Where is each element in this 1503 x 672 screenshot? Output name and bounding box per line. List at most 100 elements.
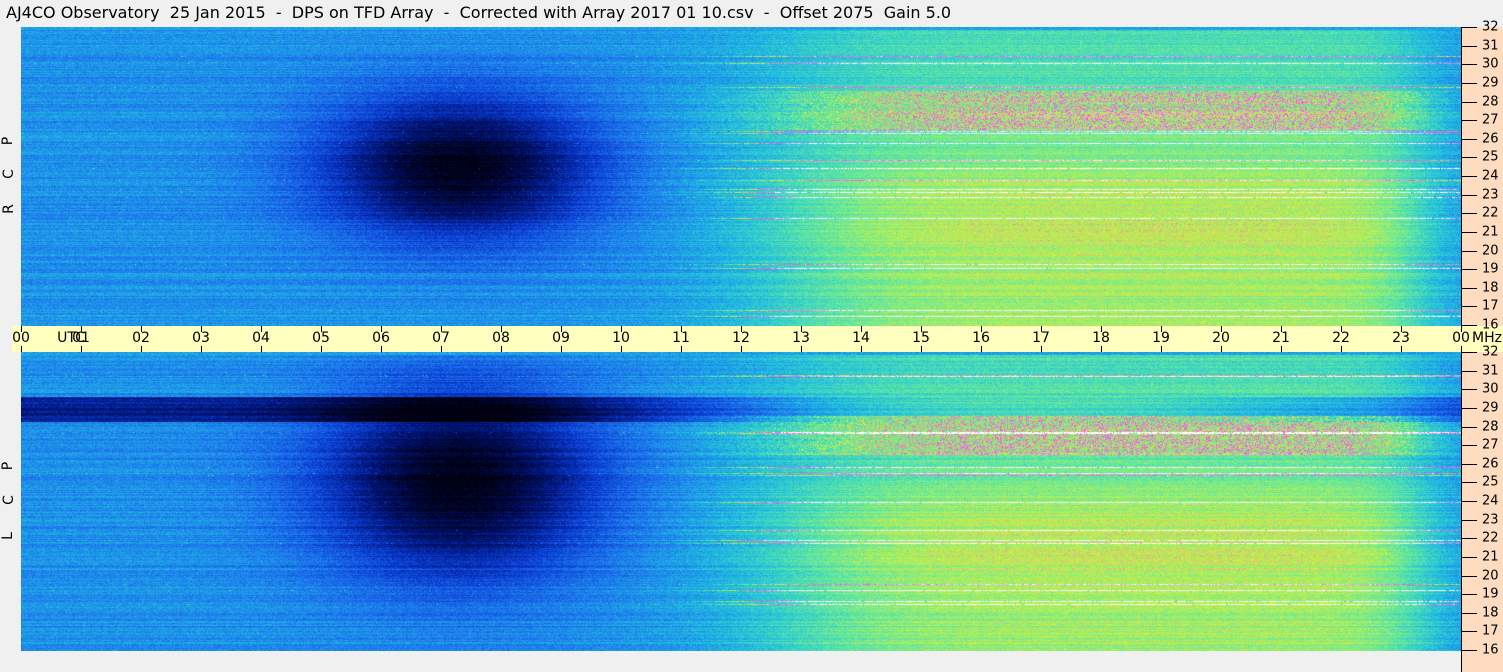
time-tick-label: 04 [252, 330, 270, 346]
time-tick-mark [81, 346, 82, 352]
frequency-tick-mark [1461, 64, 1477, 65]
lcp-frequency-tick-label: 24 [1482, 493, 1499, 509]
lcp-frequency-tick-label: 32 [1482, 344, 1499, 360]
frequency-tick-mark [1461, 445, 1477, 446]
frequency-tick-mark [1461, 27, 1477, 28]
lcp-frequency-tick-label: 23 [1482, 512, 1499, 528]
frequency-tick-mark [1461, 269, 1477, 270]
lcp-frequency-tick-label: 27 [1482, 437, 1499, 453]
lcp-frequency-tick-label: 26 [1482, 456, 1499, 472]
lcp-frequency-tick-label: 16 [1482, 642, 1499, 658]
rcp-letter-r-bottom: P [0, 136, 17, 146]
time-tick-mark [1101, 346, 1102, 352]
time-tick-mark [741, 346, 742, 352]
time-tick-label: 13 [792, 330, 810, 346]
time-tick-label: 02 [132, 330, 150, 346]
time-tick-label: 18 [1092, 330, 1110, 346]
lcp-frequency-tick-label: 18 [1482, 605, 1499, 621]
rcp-frequency-tick-label: 20 [1482, 243, 1499, 258]
time-tick-label: 23 [1392, 330, 1410, 346]
rcp-frequency-tick-label: 22 [1482, 205, 1499, 221]
frequency-tick-mark [1461, 306, 1477, 307]
time-tick-mark [1401, 346, 1402, 352]
rcp-frequency-tick-label: 32 [1482, 19, 1499, 35]
frequency-tick-mark [1461, 232, 1477, 233]
time-tick-mark [921, 346, 922, 352]
frequency-tick-mark [1461, 195, 1477, 196]
rcp-frequency-tick-label: 23 [1482, 187, 1499, 203]
time-tick-label: 22 [1332, 330, 1350, 346]
frequency-tick-mark [1461, 46, 1477, 47]
time-tick-mark [1341, 346, 1342, 352]
time-tick-mark [621, 346, 622, 352]
rcp-frequency-tick-label: 21 [1482, 224, 1499, 240]
lcp-spectrogram [21, 352, 1461, 651]
time-tick-mark [1161, 346, 1162, 352]
frequency-tick-mark [1461, 371, 1477, 372]
lcp-frequency-tick-label: 17 [1482, 623, 1499, 639]
time-tick-label: 07 [432, 330, 450, 346]
time-tick-mark [501, 346, 502, 352]
frequency-tick-mark [1461, 594, 1477, 595]
lcp-letter-p: P [0, 461, 17, 471]
time-tick-label: 17 [1032, 330, 1050, 346]
frequency-tick-mark [1461, 557, 1477, 558]
time-tick-mark [861, 346, 862, 352]
time-tick-mark [441, 346, 442, 352]
frequency-tick-mark [1461, 576, 1477, 577]
rcp-frequency-tick-label: 28 [1482, 94, 1499, 109]
frequency-tick-mark [1461, 120, 1477, 121]
lcp-letter-c: C [0, 495, 17, 505]
rcp-frequency-tick-label: 31 [1482, 38, 1499, 54]
time-tick-label: 09 [552, 330, 570, 346]
frequency-tick-mark [1461, 650, 1477, 651]
frequency-tick-mark [1461, 520, 1477, 521]
time-tick-mark [561, 346, 562, 352]
time-tick-label: 16 [972, 330, 990, 346]
time-tick-label: 15 [912, 330, 930, 346]
lcp-frequency-tick-label: 28 [1482, 419, 1499, 434]
frequency-tick-mark [1461, 288, 1477, 289]
rcp-frequency-tick-label: 29 [1482, 75, 1499, 91]
time-tick-label: 00 [12, 330, 30, 346]
rcp-frequency-tick-label: 26 [1482, 131, 1499, 147]
rcp-spectrogram [21, 27, 1461, 326]
time-tick-mark [1281, 346, 1282, 352]
time-tick-mark [321, 346, 322, 352]
frequency-tick-mark [1461, 352, 1477, 353]
frequency-tick-mark [1461, 501, 1477, 502]
rcp-frequency-tick-label: 17 [1482, 298, 1499, 314]
frequency-tick-mark [1461, 427, 1477, 428]
time-tick-label: 08 [492, 330, 510, 346]
lcp-letter-l: L [0, 532, 16, 540]
time-tick-label: 00 [1452, 330, 1470, 346]
lcp-frequency-tick-label: 19 [1482, 586, 1499, 602]
lcp-frequency-tick-label: 22 [1482, 530, 1499, 546]
lcp-frequency-tick-label: 30 [1482, 381, 1499, 397]
frequency-tick-mark [1461, 157, 1477, 158]
rcp-letter-r: R [0, 204, 17, 214]
time-tick-label: 21 [1272, 330, 1290, 346]
time-axis-label: UTC [57, 330, 85, 346]
rcp-frequency-tick-label: 24 [1482, 168, 1499, 184]
lcp-frequency-tick-label: 20 [1482, 568, 1499, 583]
time-tick-label: 11 [672, 330, 690, 346]
frequency-tick-mark [1461, 613, 1477, 614]
time-tick-label: 12 [732, 330, 750, 346]
lcp-frequency-tick-label: 21 [1482, 549, 1499, 565]
frequency-tick-mark [1461, 464, 1477, 465]
time-tick-label: 20 [1212, 330, 1230, 346]
time-tick-label: 06 [372, 330, 390, 346]
time-tick-mark [261, 346, 262, 352]
frequency-tick-mark [1461, 389, 1477, 390]
time-tick-label: 05 [312, 330, 330, 346]
time-tick-mark [381, 346, 382, 352]
time-tick-mark [201, 346, 202, 352]
frequency-tick-mark [1461, 482, 1477, 483]
frequency-tick-mark [1461, 631, 1477, 632]
frequency-tick-mark [1461, 408, 1477, 409]
time-tick-label: 19 [1152, 330, 1170, 346]
frequency-tick-mark [1461, 102, 1477, 103]
frequency-tick-mark [1461, 538, 1477, 539]
lcp-frequency-tick-label: 29 [1482, 400, 1499, 416]
